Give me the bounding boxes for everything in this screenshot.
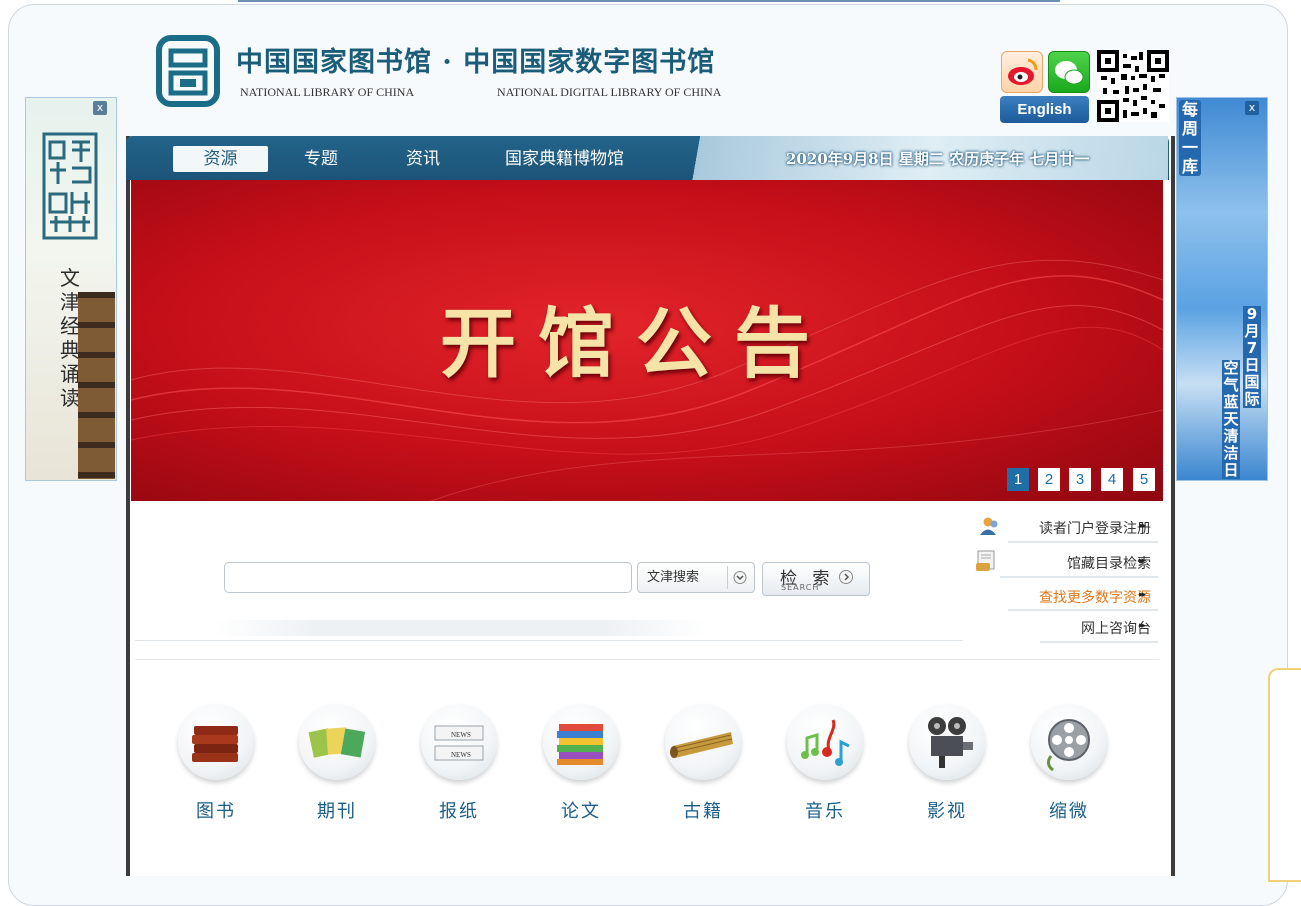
reader-user-icon bbox=[980, 517, 998, 535]
tab-classics-museum[interactable]: 国家典籍博物馆 bbox=[505, 146, 624, 172]
bookshelf-icon bbox=[78, 292, 115, 479]
chevron-down-icon[interactable] bbox=[727, 566, 752, 589]
divider bbox=[1000, 576, 1158, 578]
right-banner-title: 每周一库 bbox=[1179, 100, 1201, 176]
search-input[interactable] bbox=[224, 562, 632, 593]
search-shadow bbox=[215, 620, 705, 636]
hero-page-2[interactable]: 2 bbox=[1038, 468, 1060, 491]
divider bbox=[1008, 541, 1158, 543]
category-newspapers[interactable]: 报纸 bbox=[416, 797, 502, 823]
library-subtitle-en: NATIONAL LIBRARY OF CHINA bbox=[240, 85, 415, 99]
side-popup-card[interactable] bbox=[1268, 668, 1301, 882]
category-ancient-books[interactable]: 古籍 bbox=[660, 797, 746, 823]
qr-code-icon bbox=[1097, 50, 1169, 122]
digital-library-subtitle-en: NATIONAL DIGITAL LIBRARY OF CHINA bbox=[497, 85, 722, 99]
reader-portal-link[interactable]: 读者门户登录注册 bbox=[1039, 518, 1151, 538]
hero-page-5[interactable]: 5 bbox=[1133, 468, 1155, 491]
svg-text:NEWS: NEWS bbox=[451, 751, 471, 759]
ancient-scroll-icon[interactable] bbox=[665, 704, 741, 780]
more-digital-resources-link[interactable]: 查找更多数字资源 bbox=[1039, 587, 1151, 607]
arrow-right-circle-icon bbox=[839, 570, 853, 584]
category-microfilm[interactable]: 缩微 bbox=[1026, 797, 1112, 823]
thesis-icon[interactable] bbox=[543, 704, 619, 780]
catalog-search-icon bbox=[976, 550, 995, 571]
chevron-right-icon: ▸▸ bbox=[1139, 621, 1146, 631]
hero-page-3[interactable]: 3 bbox=[1069, 468, 1091, 491]
hero-title: 开馆公告 bbox=[440, 299, 832, 388]
film-reel-icon[interactable] bbox=[1031, 704, 1107, 780]
tab-news[interactable]: 资讯 bbox=[406, 146, 440, 172]
svg-text:NEWS: NEWS bbox=[451, 731, 471, 739]
tab-resources[interactable]: 资源 bbox=[173, 146, 268, 172]
category-books[interactable]: 图书 bbox=[173, 797, 259, 823]
left-banner-close-icon[interactable]: x bbox=[93, 101, 107, 115]
music-notes-icon[interactable] bbox=[787, 704, 863, 780]
wechat-icon[interactable] bbox=[1048, 51, 1090, 93]
current-date: 2020年9月8日 星期二 农历庚子年 七月廿一 bbox=[786, 150, 1090, 168]
english-button[interactable]: English bbox=[1000, 96, 1089, 123]
category-film-tv[interactable]: 影视 bbox=[904, 797, 990, 823]
search-scope-label: 文津搜索 bbox=[647, 570, 700, 585]
books-icon[interactable] bbox=[178, 704, 254, 780]
right-banner-text-1: 9月7日国际 bbox=[1243, 305, 1261, 408]
hero-page-4[interactable]: 4 bbox=[1101, 468, 1123, 491]
right-banner-close-icon[interactable]: x bbox=[1245, 101, 1259, 115]
top-strip bbox=[238, 0, 1060, 2]
divider bbox=[1040, 641, 1158, 643]
divider bbox=[135, 659, 1159, 660]
right-banner-text-2: 空气蓝天清洁日 bbox=[1222, 359, 1240, 479]
search-button-sublabel: SEARCH bbox=[781, 583, 820, 592]
category-theses[interactable]: 论文 bbox=[538, 797, 624, 823]
chevron-right-icon: ▸▸ bbox=[1139, 556, 1146, 566]
divider bbox=[1008, 609, 1158, 611]
divider bbox=[135, 640, 963, 641]
chevron-right-icon: ▸▸ bbox=[1139, 590, 1146, 600]
newspaper-icon[interactable]: NEWS NEWS bbox=[421, 704, 497, 780]
hero-page-1[interactable]: 1 bbox=[1007, 468, 1029, 491]
category-journals[interactable]: 期刊 bbox=[294, 797, 380, 823]
weibo-icon[interactable] bbox=[1001, 51, 1043, 93]
nlc-logo-icon[interactable] bbox=[156, 35, 220, 107]
tab-topics[interactable]: 专题 bbox=[304, 146, 338, 172]
film-projector-icon[interactable] bbox=[909, 704, 985, 780]
wenjin-seal-icon bbox=[42, 132, 98, 240]
category-music[interactable]: 音乐 bbox=[782, 797, 868, 823]
library-title[interactable]: 中国国家图书馆 · 中国国家数字图书馆 bbox=[236, 40, 715, 79]
journals-icon[interactable] bbox=[299, 704, 375, 780]
chevron-right-icon: ▸▸ bbox=[1139, 521, 1146, 531]
